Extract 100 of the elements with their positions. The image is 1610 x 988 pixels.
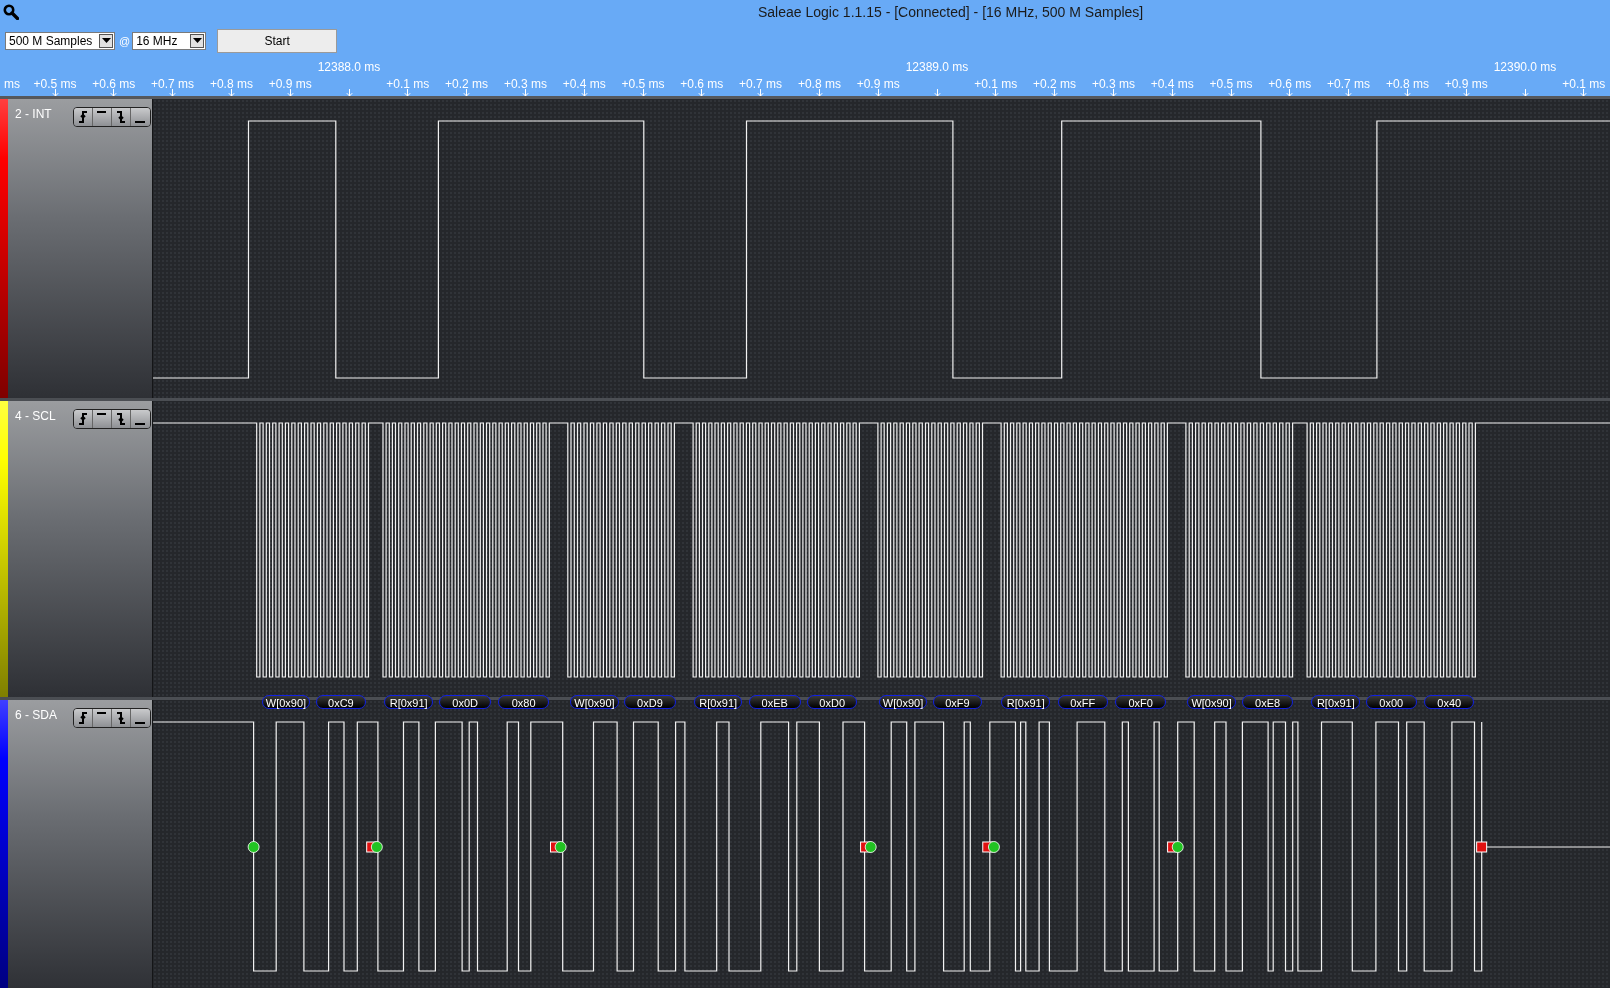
- tick-label: +0.6 ms: [1268, 77, 1312, 91]
- tick-arrow-icon: [1580, 89, 1588, 97]
- tick-label: +0.2 ms: [1033, 77, 1077, 91]
- tick-arrow-icon: [757, 89, 765, 97]
- falling-edge-icon: [116, 111, 125, 123]
- rising-edge-icon: [78, 111, 87, 123]
- decoded-value: R[0x91]: [384, 695, 434, 709]
- stop-marker-icon: [1476, 841, 1488, 853]
- tick-label: +0.9 ms: [856, 77, 900, 91]
- channel-name: 4 - SCL: [14, 409, 56, 423]
- tick-label: +0.9 ms: [1444, 77, 1488, 91]
- tick-label: +0.8 ms: [797, 77, 841, 91]
- tick-arrow-icon: [227, 89, 235, 97]
- decoded-value: 0xF9: [933, 695, 982, 709]
- decoded-value: 0xC9: [316, 695, 366, 709]
- tick-label: +0.9 ms: [268, 77, 312, 91]
- sample-count-dropdown[interactable]: 500 M Samples: [5, 32, 115, 50]
- tick-label: +0.5 ms: [1209, 77, 1253, 91]
- decoded-value: 0x00: [1365, 695, 1417, 709]
- tick-label: +0.3 ms: [1091, 77, 1135, 91]
- tick-label: +0.8 ms: [1385, 77, 1429, 91]
- tick-label: +0.2 ms: [445, 77, 489, 91]
- decoded-value: 0xFF: [1057, 695, 1108, 709]
- tick-arrow-icon: [992, 89, 1000, 97]
- falling-edge-icon: [116, 712, 125, 724]
- sample-rate-dropdown[interactable]: 16 MHz: [132, 32, 207, 50]
- tick-label: +0.3 ms: [503, 77, 547, 91]
- tick-arrow-icon: [1521, 89, 1529, 97]
- start-marker-icon: [1171, 841, 1184, 853]
- decoded-value: 0xF0: [1115, 695, 1167, 709]
- decoded-value: 0xE8: [1242, 695, 1293, 709]
- start-marker-icon: [247, 841, 260, 853]
- tick-arrow-icon: [51, 89, 59, 97]
- at-label: @: [119, 35, 131, 47]
- tick-label: +0.6 ms: [680, 77, 724, 91]
- tick-arrow-icon: [1109, 89, 1117, 97]
- rising-edge-icon: [78, 712, 87, 724]
- time-label: 12388.0 ms: [317, 60, 381, 74]
- tick-label: +0.7 ms: [739, 77, 783, 91]
- tick-label: +0.4 ms: [562, 77, 606, 91]
- tick-arrow-icon: [169, 89, 177, 97]
- decoded-value: 0x80: [498, 695, 550, 709]
- tick-label: +0.1 ms: [974, 77, 1018, 91]
- tick-arrow-icon: [521, 89, 529, 97]
- tick-arrow-icon: [463, 89, 471, 97]
- tick-label: +0.4 ms: [1150, 77, 1194, 91]
- channel-name: 2 - INT: [14, 107, 52, 121]
- channel-name: 6 - SDA: [14, 708, 57, 722]
- rising-edge-trigger-button[interactable]: [73, 108, 93, 126]
- caret-icon: [99, 34, 113, 48]
- start-marker-icon: [988, 841, 1000, 853]
- decoded-value: W[0x90]: [569, 695, 620, 709]
- decoded-value: R[0x91]: [1311, 695, 1361, 709]
- falling-edge-icon: [116, 413, 125, 425]
- tick-label: +0.5 ms: [621, 77, 665, 91]
- decoded-value: 0xD0: [807, 695, 858, 709]
- decoded-value: W[0x90]: [878, 695, 928, 709]
- tick-label: ms: [4, 77, 20, 91]
- decoded-value: R[0x91]: [1001, 695, 1051, 709]
- search-icon[interactable]: [3, 4, 19, 20]
- rising-edge-icon: [78, 413, 87, 425]
- time-label: 12389.0 ms: [905, 60, 969, 74]
- tick-label: +0.7 ms: [1327, 77, 1371, 91]
- tick-arrow-icon: [1403, 89, 1411, 97]
- tick-arrow-icon: [1051, 89, 1059, 97]
- tick-label: +0.1 ms: [1562, 77, 1606, 91]
- start-button[interactable]: Start: [217, 29, 338, 53]
- tick-arrow-icon: [874, 89, 882, 97]
- rising-edge-trigger-button[interactable]: [73, 709, 93, 727]
- tick-label: +0.7 ms: [151, 77, 195, 91]
- caret-icon: [190, 34, 205, 48]
- tick-arrow-icon: [1345, 89, 1353, 97]
- decoded-value: 0x40: [1424, 695, 1475, 709]
- decoded-value: 0xD9: [624, 695, 676, 709]
- start-marker-icon: [370, 841, 383, 853]
- decoded-value: 0x0D: [439, 695, 491, 709]
- tick-label: +0.5 ms: [33, 77, 77, 91]
- tick-arrow-icon: [698, 89, 706, 97]
- tick-arrow-icon: [580, 89, 588, 97]
- window-title: Saleae Logic 1.1.15 - [Connected] - [16 MHz, 500 M Samples]: [758, 4, 1144, 20]
- tick-arrow-icon: [1168, 89, 1176, 97]
- tick-arrow-icon: [639, 89, 647, 97]
- tick-arrow-icon: [815, 89, 823, 97]
- decoded-value: W[0x90]: [1186, 695, 1237, 709]
- start-marker-icon: [864, 841, 877, 853]
- tick-arrow-icon: [404, 89, 412, 97]
- tick-label: +0.8 ms: [209, 77, 253, 91]
- start-marker-icon: [554, 841, 567, 853]
- decoded-value: W[0x90]: [261, 695, 311, 709]
- tick-label: +0.1 ms: [386, 77, 430, 91]
- tick-arrow-icon: [110, 89, 118, 97]
- tick-label: +0.6 ms: [92, 77, 136, 91]
- decoded-value: R[0x91]: [694, 695, 743, 709]
- tick-arrow-icon: [1286, 89, 1294, 97]
- tick-arrow-icon: [933, 89, 941, 97]
- tick-arrow-icon: [1227, 89, 1235, 97]
- tick-arrow-icon: [1462, 89, 1470, 97]
- tick-arrow-icon: [286, 89, 294, 97]
- rising-edge-trigger-button[interactable]: [73, 410, 93, 428]
- tick-arrow-icon: [345, 89, 353, 97]
